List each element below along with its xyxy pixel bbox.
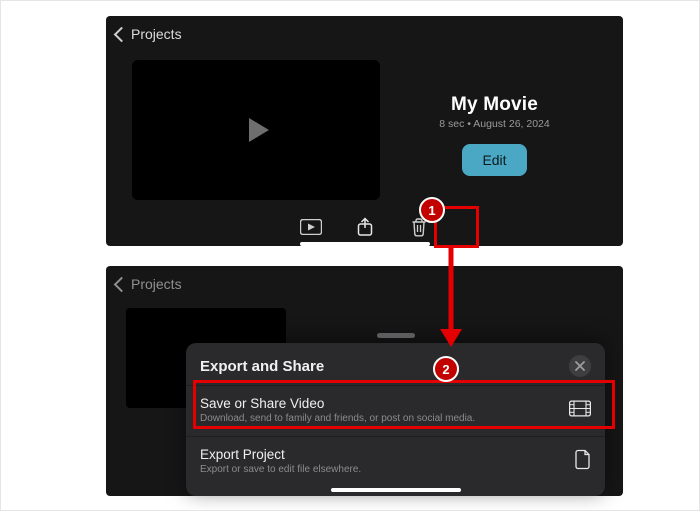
back-button[interactable]: Projects	[114, 26, 182, 42]
home-indicator[interactable]	[331, 488, 461, 492]
back-label: Projects	[131, 276, 182, 292]
sheet-title: Export and Share	[200, 358, 324, 375]
annotation-badge-2: 2	[433, 356, 459, 382]
chevron-left-icon	[114, 26, 130, 42]
home-indicator[interactable]	[300, 242, 430, 246]
play-icon	[235, 109, 277, 151]
row-title: Export Project	[200, 447, 561, 462]
save-share-video-row[interactable]: Save or Share Video Download, send to fa…	[186, 385, 605, 436]
project-thumbnail[interactable]	[132, 60, 380, 200]
play-video-button[interactable]	[296, 214, 326, 240]
film-icon	[569, 401, 591, 422]
close-button[interactable]	[569, 355, 591, 377]
sheet-grabber[interactable]	[377, 333, 415, 338]
back-label: Projects	[131, 26, 182, 42]
chevron-left-icon	[114, 276, 130, 292]
annotation-badge-1: 1	[419, 197, 445, 223]
row-sub: Download, send to family and friends, or…	[200, 413, 561, 424]
export-sheet: Export and Share Save or Share Video Dow…	[186, 343, 605, 496]
export-project-row[interactable]: Export Project Export or save to edit fi…	[186, 436, 605, 487]
file-icon	[575, 450, 591, 475]
row-title: Save or Share Video	[200, 396, 561, 411]
project-meta: 8 sec • August 26, 2024	[392, 118, 597, 130]
share-button[interactable]	[350, 214, 380, 240]
back-button[interactable]: Projects	[114, 276, 182, 292]
row-sub: Export or save to edit file elsewhere.	[200, 464, 561, 475]
edit-button[interactable]: Edit	[462, 144, 526, 176]
project-title: My Movie	[392, 94, 597, 116]
